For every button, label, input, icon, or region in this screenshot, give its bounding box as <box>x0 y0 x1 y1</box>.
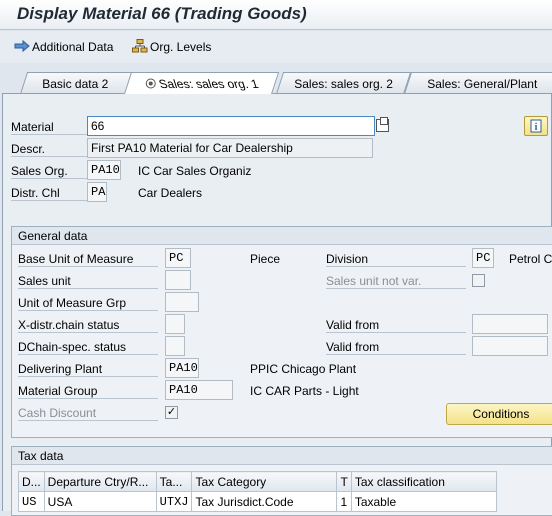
conditions-label: Conditions <box>472 407 530 421</box>
org-levels-button[interactable]: Org. Levels <box>132 39 211 54</box>
tab-sales-org-2[interactable]: Sales: sales org. 2 <box>276 72 412 94</box>
tax-data-title: Tax data <box>12 447 552 465</box>
title-bar: Display Material 66 (Trading Goods) <box>0 0 552 30</box>
delivering-plant-text: PPIC Chicago Plant <box>250 362 357 376</box>
org-structure-icon <box>132 39 148 53</box>
xdistr-status-field <box>165 314 185 334</box>
description-field: First PA10 Material for Car Dealership <box>87 138 373 158</box>
division-field: PC <box>472 248 494 268</box>
column-header[interactable]: Tax classification <box>350 471 497 492</box>
tab-sales-org-1[interactable]: Sales: sales org. 1 <box>124 72 280 94</box>
sales-unit-not-var-label: Sales unit not var. <box>326 274 466 289</box>
target-icon <box>145 78 156 89</box>
info-button[interactable]: i <box>524 116 548 136</box>
material-label: Material <box>11 120 87 135</box>
table-cell: Taxable <box>350 491 497 512</box>
valid-from-field-2 <box>472 336 548 356</box>
distr-chl-field: PA <box>87 182 107 202</box>
delivering-plant-label: Delivering Plant <box>18 362 158 377</box>
sales-org-label: Sales Org. <box>11 164 87 179</box>
tab-content-panel: Material 66 i Descr. First PA10 Material… <box>2 93 552 516</box>
table-cell: UTXJ <box>155 491 193 512</box>
arrow-right-icon <box>14 39 30 53</box>
material-group-field: PA10 <box>165 380 233 400</box>
delivering-plant-field: PA10 <box>165 358 199 378</box>
uom-grp-field <box>165 292 199 312</box>
material-field[interactable]: 66 <box>87 116 375 136</box>
cash-discount-checkbox[interactable]: ✓ <box>165 406 178 419</box>
sales-unit-field <box>165 270 191 290</box>
checkmark-icon: ✓ <box>166 406 177 418</box>
general-data-title: General data <box>12 227 552 245</box>
material-group-text: IC CAR Parts - Light <box>250 384 359 398</box>
info-icon: i <box>530 119 542 133</box>
tab-label: Sales: General/Plant <box>427 77 538 91</box>
base-uom-field: PC <box>165 248 191 268</box>
dchain-status-label: DChain-spec. status <box>18 340 158 355</box>
additional-data-button[interactable]: Additional Data <box>14 39 113 54</box>
column-header[interactable]: T <box>336 471 352 492</box>
svg-text:i: i <box>535 122 538 133</box>
window-title: Display Material 66 (Trading Goods) <box>17 4 307 23</box>
tab-label: Sales: sales org. 1 <box>156 77 260 91</box>
column-header[interactable]: Departure Ctry/R... <box>43 471 157 492</box>
tab-sales-general-plant[interactable]: Sales: General/Plant <box>404 72 552 94</box>
valid-from-label-1: Valid from <box>326 318 466 333</box>
conditions-button[interactable]: Conditions <box>446 403 552 425</box>
valid-from-field-1 <box>472 314 548 334</box>
tab-label: Sales: sales org. 2 <box>293 77 393 91</box>
multi-select-icon[interactable] <box>376 117 389 132</box>
tax-table-header-row: D... Departure Ctry/R... Ta... Tax Categ… <box>18 471 497 492</box>
column-header[interactable]: D... <box>18 471 45 492</box>
sales-org-field: PA10 <box>87 160 121 180</box>
table-cell: 1 <box>336 491 352 512</box>
tabstrip: Basic data 2 Sales: sales org. 1 Sales: … <box>0 72 552 94</box>
org-levels-label: Org. Levels <box>150 40 212 54</box>
table-row[interactable]: US USA UTXJ Tax Jurisdict.Code 1 Taxable <box>18 491 497 512</box>
division-label: Division <box>326 252 466 267</box>
division-text: Petrol C <box>509 252 552 266</box>
additional-data-label: Additional Data <box>32 40 114 54</box>
tab-label: Basic data 2 <box>42 77 109 91</box>
distr-chl-text: Car Dealers <box>138 186 203 200</box>
dchain-status-field <box>165 336 185 356</box>
table-cell: Tax Jurisdict.Code <box>191 491 338 512</box>
table-cell: US <box>18 491 45 512</box>
cash-discount-label: Cash Discount <box>18 406 158 421</box>
uom-grp-label: Unit of Measure Grp <box>18 296 158 311</box>
material-group-label: Material Group <box>18 384 158 399</box>
valid-from-label-2: Valid from <box>326 340 466 355</box>
distr-chl-label: Distr. Chl <box>11 186 87 201</box>
xdistr-status-label: X-distr.chain status <box>18 318 158 333</box>
tax-table: D... Departure Ctry/R... Ta... Tax Categ… <box>18 471 497 512</box>
application-toolbar: Additional Data Org. Levels <box>0 31 552 63</box>
column-header[interactable]: Tax Category <box>191 471 338 492</box>
table-cell: USA <box>43 491 157 512</box>
sales-org-text: IC Car Sales Organiz <box>138 164 252 178</box>
base-uom-text: Piece <box>250 252 281 266</box>
sales-unit-not-var-checkbox[interactable] <box>472 274 485 287</box>
sales-unit-label: Sales unit <box>18 274 158 289</box>
column-header[interactable]: Ta... <box>155 471 193 492</box>
descr-label: Descr. <box>11 142 87 157</box>
tab-basic-data-2[interactable]: Basic data 2 <box>20 72 133 94</box>
base-uom-label: Base Unit of Measure <box>18 252 158 267</box>
